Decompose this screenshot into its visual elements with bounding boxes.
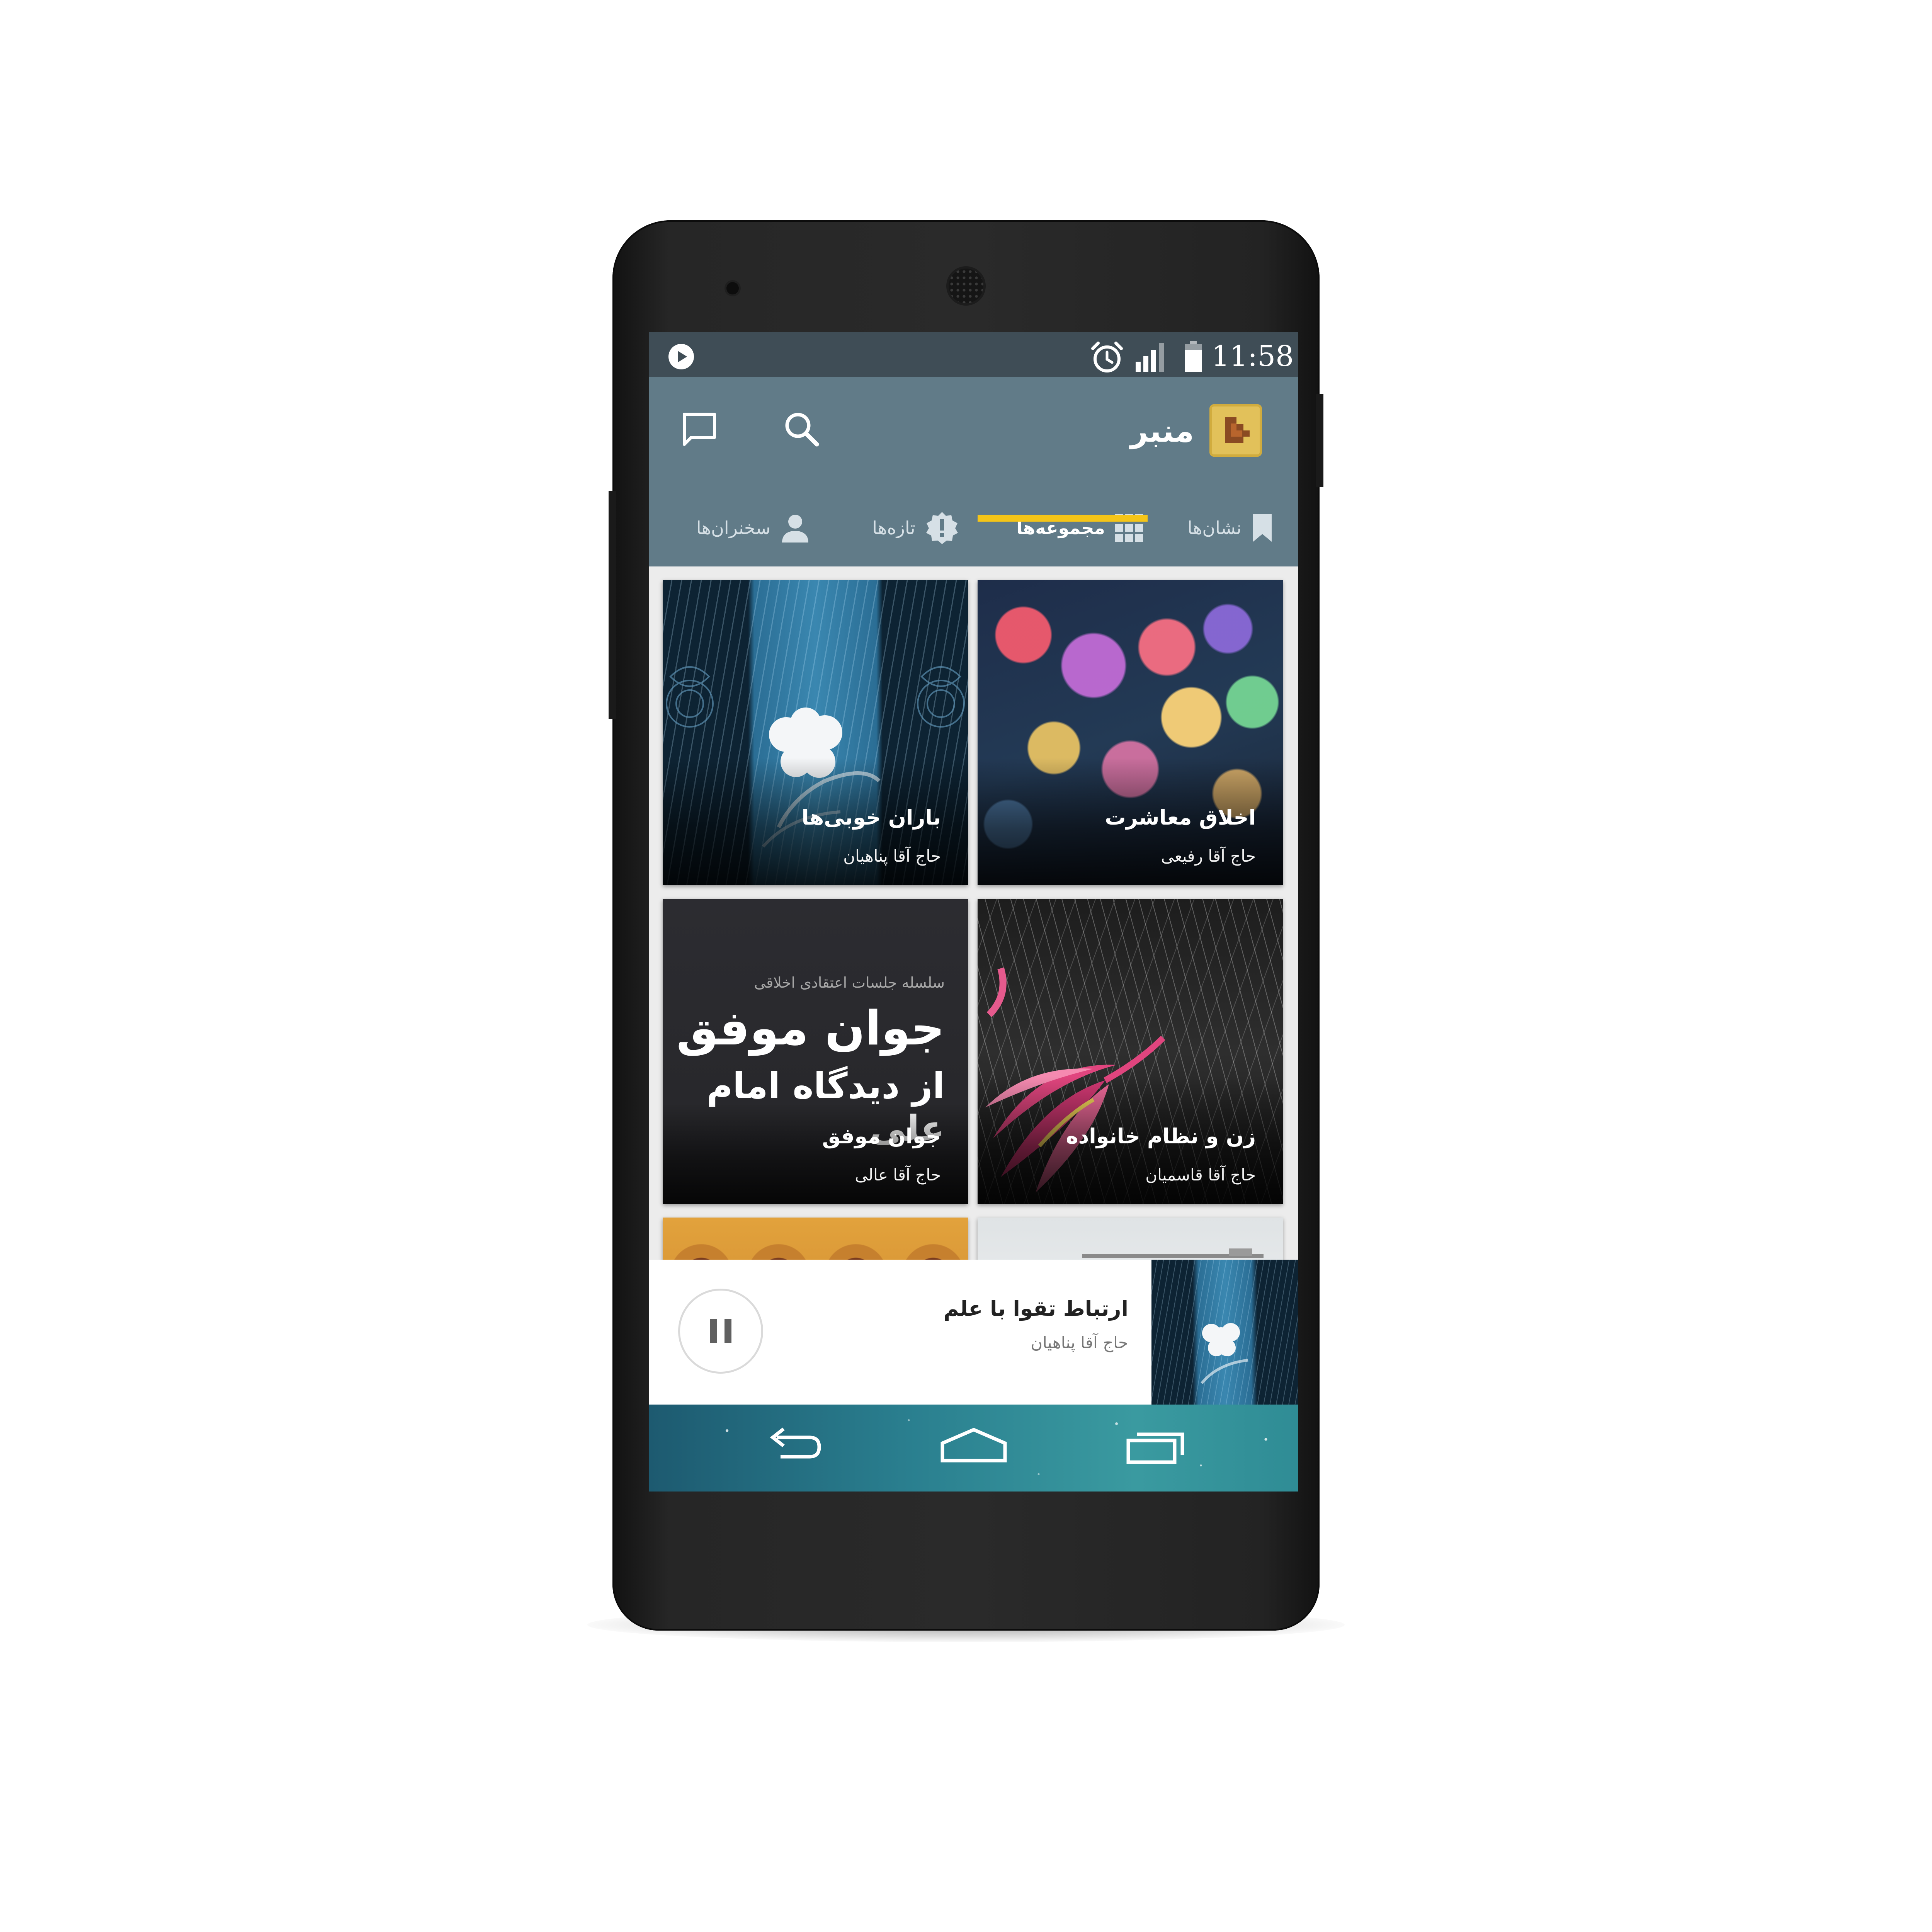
collection-title: زن و نظام خانواده [1066, 1124, 1256, 1148]
back-icon[interactable] [761, 1422, 827, 1468]
collection-title: اخلاق معاشرت [1105, 805, 1256, 830]
app-bar: منبر نشان‌ها [649, 377, 1298, 566]
person-icon [782, 515, 809, 543]
phone-screen: 11:58 منبر نشان‌ها [649, 332, 1298, 1492]
card-overlay [663, 1104, 968, 1204]
status-time: 11:58 [1211, 340, 1294, 373]
chat-icon[interactable] [678, 408, 721, 451]
collection-speaker: حاج آقا رفیعی [1161, 847, 1256, 866]
tab-label: تازه‌ها [872, 517, 915, 538]
collection-title: باران خوبی‌ها [801, 805, 941, 830]
active-tab-indicator [978, 515, 1148, 522]
battery-icon [1185, 341, 1202, 372]
status-bar: 11:58 [649, 332, 1298, 377]
play-notification-icon [668, 344, 694, 369]
earpiece-speaker [949, 269, 983, 303]
volume-button [609, 491, 616, 719]
tab-bookmarks[interactable]: نشان‌ها [1163, 489, 1298, 566]
front-camera [726, 282, 739, 294]
collection-card[interactable]: باران خوبی‌ها حاج آقا پناهیان [663, 580, 968, 885]
search-icon[interactable] [781, 408, 823, 451]
app-title: منبر [1130, 413, 1194, 449]
now-playing-speaker: حاج آقا پناهیان [1031, 1333, 1128, 1352]
recents-icon[interactable] [1121, 1422, 1190, 1468]
tab-label: نشان‌ها [1187, 517, 1242, 538]
tab-new[interactable]: تازه‌ها [835, 489, 997, 566]
alarm-icon [1091, 342, 1123, 372]
tab-speakers[interactable]: سخنران‌ها [672, 489, 835, 566]
now-playing-artwork[interactable] [1151, 1260, 1298, 1405]
poster-series-text: سلسله جلسات اعتقادی اخلاقی [754, 974, 945, 991]
collection-card[interactable]: زن و نظام خانواده حاج آقا قاسمیان [978, 899, 1283, 1204]
tab-label: سخنران‌ها [696, 517, 771, 538]
now-playing-bar[interactable]: ارتباط تقوا با علم حاج آقا پناهیان [649, 1260, 1298, 1405]
poster-headline: جوان موفق [676, 1001, 945, 1056]
tab-bar: نشان‌ها مجموعه‌ها تازه‌ها [649, 489, 1298, 566]
system-navigation-bar [649, 1405, 1298, 1492]
collection-speaker: حاج آقا پناهیان [843, 847, 941, 866]
signal-icon [1136, 343, 1164, 372]
bookmark-icon [1253, 514, 1272, 542]
collection-speaker: حاج آقا عالی [855, 1165, 941, 1184]
collection-card[interactable]: سلسله جلسات اعتقادی اخلاقی جوان موفق از … [663, 899, 968, 1204]
tab-collections[interactable]: مجموعه‌ها [997, 489, 1163, 566]
collection-speaker: حاج آقا قاسمیان [1145, 1165, 1256, 1184]
collection-card[interactable]: اخلاق معاشرت حاج آقا رفیعی [978, 580, 1283, 885]
new-badge-icon [926, 512, 958, 544]
app-logo [1209, 404, 1262, 457]
power-button [1316, 394, 1323, 487]
home-icon[interactable] [937, 1422, 1010, 1468]
pause-bar [710, 1319, 717, 1343]
pause-button[interactable] [678, 1289, 763, 1374]
now-playing-title: ارتباط تقوا با علم [943, 1296, 1128, 1321]
pause-bar [724, 1319, 731, 1343]
collection-title: جوان موفق [822, 1124, 941, 1148]
